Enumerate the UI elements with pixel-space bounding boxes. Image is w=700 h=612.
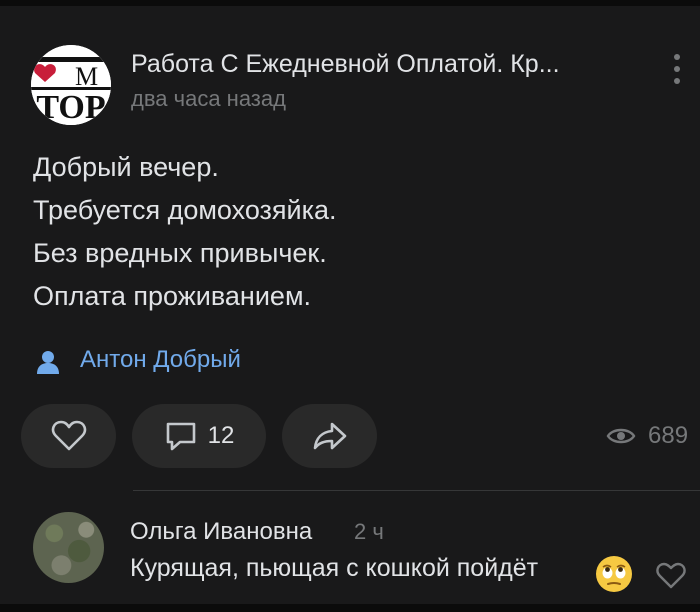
heart-icon[interactable] xyxy=(656,562,686,590)
group-logo: M TOP xyxy=(31,45,111,125)
comment-avatar[interactable] xyxy=(33,512,104,583)
group-avatar[interactable]: M TOP xyxy=(31,45,111,125)
post-card: M TOP Работа С Ежедневной Оплатой. Кр...… xyxy=(0,6,700,606)
post-line: Требуется домохозяйка. xyxy=(33,195,337,225)
views-counter: 689 xyxy=(606,422,688,450)
logo-text: TOP xyxy=(36,89,105,125)
comment-text: Курящая, пьющая с кошкой пойдёт xyxy=(130,554,539,582)
post-line: Без вредных привычек. xyxy=(33,238,327,268)
post-line: Добрый вечер. xyxy=(33,152,219,182)
comment-author[interactable]: Ольга Ивановна xyxy=(130,518,312,546)
post-author-link[interactable]: Антон Добрый xyxy=(80,346,241,374)
comment-button[interactable]: 12 xyxy=(132,404,266,468)
group-name[interactable]: Работа С Ежедневной Оплатой. Кр... xyxy=(131,50,611,79)
post-time: два часа назад xyxy=(131,86,286,111)
more-vertical-icon[interactable] xyxy=(666,49,688,89)
divider xyxy=(133,490,700,491)
comments-count: 12 xyxy=(207,422,235,449)
like-button[interactable] xyxy=(21,404,116,468)
eye-roll-emoji xyxy=(596,556,632,592)
heart-icon xyxy=(51,420,86,451)
eye-icon xyxy=(606,428,636,444)
comment-icon xyxy=(166,422,195,451)
person-icon xyxy=(37,351,59,374)
post-text: Добрый вечер. Требуется домохозяйка. Без… xyxy=(33,146,653,318)
logo-letter-m: M xyxy=(75,62,98,91)
comment-time: 2 ч xyxy=(354,519,384,544)
share-button[interactable] xyxy=(282,404,377,468)
bottom-edge xyxy=(0,604,700,612)
post-line: Оплата проживанием. xyxy=(33,281,312,311)
views-count: 689 xyxy=(648,422,689,449)
share-icon xyxy=(313,422,346,450)
